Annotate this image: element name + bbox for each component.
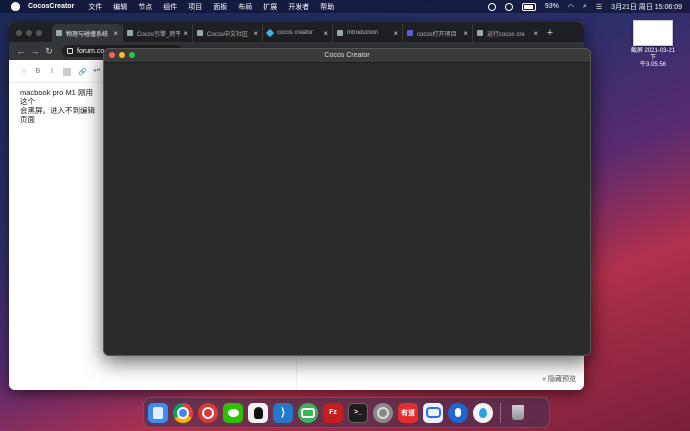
- post-line-2: 会黑屏。进入不到编辑页面: [20, 106, 95, 124]
- forward-arrow-icon[interactable]: →: [28, 46, 42, 56]
- toolbar-divider: [63, 68, 71, 76]
- menu-help[interactable]: 帮助: [320, 2, 334, 12]
- cloud-icon[interactable]: [504, 2, 513, 11]
- cocos-drop-icon[interactable]: [473, 402, 493, 423]
- url-text: forum.co: [77, 47, 105, 55]
- post-editor-text[interactable]: macbook pro M1 刚用这个 会黑屏。进入不到编辑页面: [20, 88, 100, 124]
- system-preferences-icon[interactable]: [373, 402, 393, 423]
- reload-icon[interactable]: ↻: [42, 46, 56, 57]
- cocos-creator-window: Cocos Creator: [103, 48, 591, 356]
- qq-icon[interactable]: [248, 402, 268, 423]
- chrome-icon[interactable]: [173, 402, 193, 423]
- wifi-icon[interactable]: ◠: [568, 3, 574, 11]
- bold-icon[interactable]: B: [34, 68, 42, 76]
- clock[interactable]: 3月21日 周日 15:06:09: [611, 2, 682, 12]
- cocos-window-title: Cocos Creator: [324, 52, 370, 59]
- baidu-icon: [407, 30, 413, 36]
- menu-app-name[interactable]: CocosCreator: [28, 3, 74, 10]
- tab-run-cocos[interactable]: 运行cocos cre ×: [472, 24, 542, 42]
- trash-icon[interactable]: [508, 403, 528, 423]
- terminal-icon[interactable]: >_: [348, 402, 368, 423]
- menu-file[interactable]: 文件: [88, 2, 102, 12]
- window-controls: [109, 52, 135, 58]
- zoom-button[interactable]: [36, 30, 42, 36]
- page-icon: [337, 30, 343, 36]
- close-icon[interactable]: ×: [253, 29, 258, 38]
- minimize-button[interactable]: [26, 30, 32, 36]
- menu-edit[interactable]: 编辑: [113, 2, 127, 12]
- menu-panel[interactable]: 面板: [213, 2, 227, 12]
- filezilla-icon[interactable]: Fz: [323, 402, 343, 423]
- menu-extension[interactable]: 扩展: [263, 2, 277, 12]
- close-icon[interactable]: ×: [323, 29, 328, 38]
- battery-icon[interactable]: [521, 2, 536, 11]
- file-label-line2: 午3.05.56: [639, 62, 667, 68]
- browser-window-controls: [16, 30, 42, 36]
- lock-icon: [67, 48, 73, 54]
- link-icon[interactable]: 🔗: [78, 68, 87, 76]
- apple-menu-icon[interactable]: [11, 2, 20, 11]
- diamond-icon: [265, 28, 275, 38]
- hide-preview-link[interactable]: « 隐藏预览: [542, 374, 576, 384]
- desktop-screenshot-file[interactable]: 截屏 2021-03-21 下 午3.05.56: [628, 20, 678, 69]
- back-arrow-icon[interactable]: ←: [14, 46, 28, 56]
- wechat-devtools-icon[interactable]: [298, 402, 318, 423]
- cocos-icon: [127, 30, 133, 36]
- tab-open-project[interactable]: cocos打开项目 ×: [402, 24, 472, 42]
- tab-cocos-engine[interactable]: Cocos引擎_跨平台 ×: [122, 24, 192, 42]
- menu-project[interactable]: 项目: [188, 2, 202, 12]
- screenshot-thumbnail: [633, 20, 673, 46]
- close-icon[interactable]: ×: [533, 29, 538, 38]
- menu-node[interactable]: 节点: [138, 2, 152, 12]
- youdao-icon[interactable]: 有道: [398, 402, 418, 423]
- control-center-icon[interactable]: ☰: [596, 3, 602, 11]
- new-tab-button[interactable]: +: [542, 24, 558, 42]
- cocos-icon: [197, 30, 203, 36]
- wechat-icon[interactable]: [223, 402, 243, 423]
- menu-layout[interactable]: 布局: [238, 2, 252, 12]
- tab-bar: 物理与碰撞系统 × Cocos引擎_跨平台 × Cocos中文社区 × coco…: [9, 22, 584, 42]
- file-label-line1: 截屏 2021-03-21 下: [630, 48, 676, 61]
- finder-icon[interactable]: [148, 402, 168, 423]
- vscode-icon[interactable]: ⟩: [273, 402, 293, 423]
- editor-toolbar: ○ B I 🔗 ❝❞ ⟨⟩: [20, 68, 115, 76]
- menu-bar: CocosCreator 文件 编辑 节点 组件 项目 面板 布局 扩展 开发者…: [0, 0, 690, 13]
- status-icon[interactable]: [487, 2, 496, 11]
- search-icon[interactable]: ⌕: [583, 3, 587, 11]
- netease-music-icon[interactable]: [198, 402, 218, 423]
- italic-icon[interactable]: I: [48, 68, 56, 76]
- menu-component[interactable]: 组件: [163, 2, 177, 12]
- baidu-netdisk-icon[interactable]: [423, 402, 443, 423]
- tab-cocos-creator[interactable]: cocos creator ×: [262, 24, 332, 42]
- close-icon[interactable]: ×: [183, 29, 188, 38]
- tab-cocos-community[interactable]: Cocos中文社区 ×: [192, 24, 262, 42]
- minimize-button[interactable]: [119, 52, 125, 58]
- close-icon[interactable]: ×: [393, 29, 398, 38]
- close-button[interactable]: [16, 30, 22, 36]
- tunnel-app-icon[interactable]: [448, 402, 468, 423]
- tab-introduction[interactable]: Introduction ×: [332, 24, 402, 42]
- cocos-doc-icon: [56, 30, 62, 36]
- cocos-title-bar[interactable]: Cocos Creator: [104, 49, 590, 63]
- battery-percent: 93%: [544, 3, 559, 10]
- close-icon[interactable]: ×: [463, 29, 468, 38]
- tab-physics[interactable]: 物理与碰撞系统 ×: [52, 24, 122, 42]
- close-icon[interactable]: ×: [113, 29, 118, 38]
- dock-separator: [500, 402, 501, 423]
- dock: ⟩ Fz >_ 有道: [143, 397, 550, 428]
- post-line-1: macbook pro M1 刚用这个: [20, 88, 93, 106]
- quote-icon[interactable]: ❝❞: [93, 68, 101, 76]
- emoji-icon[interactable]: ○: [20, 68, 28, 76]
- zoom-button[interactable]: [129, 52, 135, 58]
- menu-developer[interactable]: 开发者: [288, 2, 309, 12]
- close-button[interactable]: [109, 52, 115, 58]
- cocos-icon: [477, 30, 483, 36]
